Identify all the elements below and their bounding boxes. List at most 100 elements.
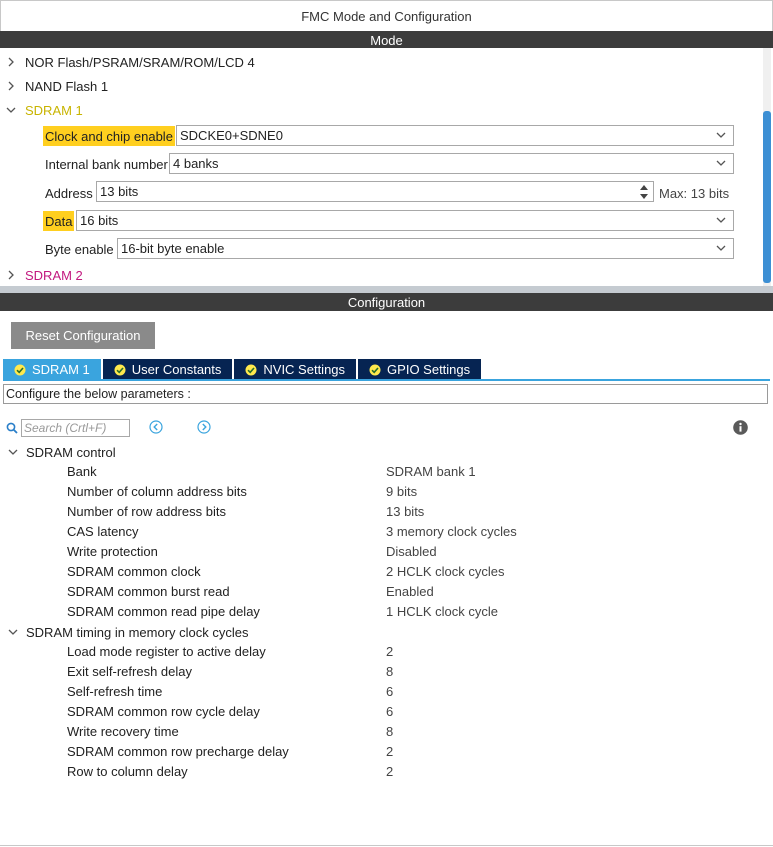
table-row[interactable]: Exit self-refresh delay 8 (0, 662, 773, 682)
search-bar (6, 418, 130, 438)
param-value: 3 memory clock cycles (386, 524, 517, 539)
table-row[interactable]: SDRAM common clock 2 HCLK clock cycles (0, 562, 773, 582)
mode-item-label: NAND Flash 1 (25, 78, 109, 94)
table-row[interactable]: SDRAM common read pipe delay 1 HCLK clock… (0, 602, 773, 622)
param-value: 9 bits (386, 484, 418, 499)
tab-underline (3, 379, 770, 381)
param-name: Write recovery time (67, 724, 179, 739)
data-label: Data (43, 211, 75, 231)
chevron-down-icon (715, 157, 727, 172)
check-circle-icon (114, 364, 126, 375)
table-row[interactable]: SDRAM common row precharge delay 2 (0, 742, 773, 762)
check-circle-icon (369, 364, 381, 375)
param-value: Disabled (386, 544, 437, 559)
data-select[interactable]: 16 bits (76, 210, 734, 231)
param-value: 2 (386, 644, 394, 659)
param-value: 13 bits (386, 504, 425, 519)
check-circle-icon (245, 364, 257, 375)
info-icon[interactable] (733, 420, 748, 435)
table-row[interactable]: Self-refresh time 6 (0, 682, 773, 702)
tab-user-constants[interactable]: User Constants (102, 359, 233, 380)
chevron-down-icon (715, 242, 727, 257)
param-value: 8 (386, 664, 394, 679)
internal-bank-label: Internal bank number (45, 156, 168, 172)
mode-scrollbar-thumb[interactable] (763, 111, 771, 283)
internal-bank-select[interactable]: 4 banks (169, 153, 734, 174)
mode-panel: NOR Flash/PSRAM/SRAM/ROM/LCD 4 NAND Flas… (0, 48, 773, 286)
clock-chip-enable-label: Clock and chip enable (43, 126, 175, 146)
previous-result-icon[interactable] (149, 420, 163, 434)
table-row[interactable]: Row to column delay 2 (0, 762, 773, 782)
group-sdram-control[interactable]: SDRAM control (8, 442, 116, 462)
param-value: 2 HCLK clock cycles (386, 564, 505, 579)
mode-item-sdram1[interactable]: SDRAM 1 (6, 98, 83, 122)
param-name: Bank (67, 464, 97, 479)
search-icon (6, 422, 18, 434)
group-sdram-timing[interactable]: SDRAM timing in memory clock cycles (8, 622, 249, 642)
panel-splitter[interactable] (0, 286, 773, 293)
byte-enable-select[interactable]: 16-bit byte enable (117, 238, 734, 259)
address-spinner[interactable]: 13 bits (96, 181, 654, 202)
chevron-down-icon[interactable] (6, 105, 20, 115)
table-row[interactable]: CAS latency 3 memory clock cycles (0, 522, 773, 542)
table-row[interactable]: SDRAM common burst read Enabled (0, 582, 773, 602)
chevron-down-icon[interactable] (8, 627, 22, 637)
chevron-right-icon[interactable] (6, 57, 20, 67)
param-name: Row to column delay (67, 764, 188, 779)
address-label: Address (45, 185, 93, 201)
configuration-header: Configuration (0, 293, 773, 311)
param-value: 2 (386, 764, 394, 779)
table-row[interactable]: Write recovery time 8 (0, 722, 773, 742)
tab-label: NVIC Settings (263, 362, 346, 377)
window-title: FMC Mode and Configuration (0, 0, 773, 31)
mode-item-label: NOR Flash/PSRAM/SRAM/ROM/LCD 4 (25, 54, 255, 70)
configuration-header-text: Configuration (347, 294, 426, 310)
tab-nvic-settings[interactable]: NVIC Settings (234, 359, 357, 380)
table-row[interactable]: Bank SDRAM bank 1 (0, 462, 773, 482)
param-value: 1 HCLK clock cycle (386, 604, 498, 619)
mode-item-nor-flash[interactable]: NOR Flash/PSRAM/SRAM/ROM/LCD 4 (6, 50, 255, 74)
param-value: Enabled (386, 584, 434, 599)
mode-item-sdram2[interactable]: SDRAM 2 (6, 263, 83, 287)
param-name: SDRAM common row cycle delay (67, 704, 260, 719)
mode-item-nand-flash[interactable]: NAND Flash 1 (6, 74, 108, 98)
select-value: 4 banks (173, 156, 219, 171)
group-title: SDRAM control (26, 444, 116, 460)
chevron-right-icon[interactable] (6, 81, 20, 91)
spinner-value: 13 bits (100, 184, 139, 199)
mode-item-label: SDRAM 2 (25, 267, 83, 283)
spinner-up-down-icon[interactable] (639, 183, 649, 201)
spinner-arrows[interactable] (639, 183, 649, 201)
table-row[interactable]: Number of row address bits 13 bits (0, 502, 773, 522)
chevron-down-icon[interactable] (8, 447, 22, 457)
mode-header-text: Mode (370, 32, 403, 48)
tab-label: GPIO Settings (387, 362, 471, 377)
window-title-text: FMC Mode and Configuration (301, 8, 472, 24)
param-name: Number of column address bits (67, 484, 247, 499)
table-row[interactable]: Number of column address bits 9 bits (0, 482, 773, 502)
param-name: SDRAM common burst read (67, 584, 230, 599)
table-row[interactable]: SDRAM common row cycle delay 6 (0, 702, 773, 722)
config-instruction: Configure the below parameters : (3, 384, 768, 404)
select-value: 16-bit byte enable (121, 241, 225, 256)
select-value: 16 bits (80, 213, 119, 228)
tab-sdram1[interactable]: SDRAM 1 (3, 359, 101, 380)
check-circle-icon (14, 364, 26, 375)
param-name: SDRAM common read pipe delay (67, 604, 260, 619)
param-name: Number of row address bits (67, 504, 226, 519)
tab-gpio-settings[interactable]: GPIO Settings (358, 359, 482, 380)
address-max-label: Max: 13 bits (659, 185, 730, 201)
search-input[interactable] (21, 419, 130, 437)
param-name: Exit self-refresh delay (67, 664, 192, 679)
param-name: CAS latency (67, 524, 139, 539)
byte-enable-label: Byte enable (45, 241, 114, 257)
clock-chip-enable-select[interactable]: SDCKE0+SDNE0 (176, 125, 734, 146)
table-row[interactable]: Load mode register to active delay 2 (0, 642, 773, 662)
next-result-icon[interactable] (197, 420, 211, 434)
mode-header: Mode (0, 31, 773, 49)
table-row[interactable]: Write protection Disabled (0, 542, 773, 562)
reset-configuration-button[interactable]: Reset Configuration (11, 322, 155, 349)
mode-item-label: SDRAM 1 (25, 102, 83, 118)
chevron-right-icon[interactable] (6, 270, 20, 280)
param-value: 8 (386, 724, 394, 739)
